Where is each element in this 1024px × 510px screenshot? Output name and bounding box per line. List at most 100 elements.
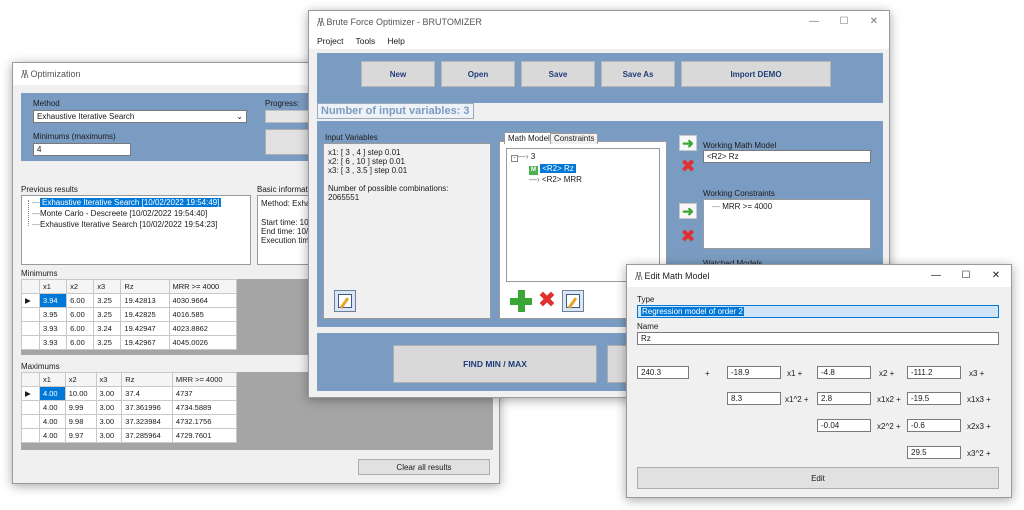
edit-variables-icon[interactable] xyxy=(334,290,356,312)
coef-intercept[interactable]: 240.3 xyxy=(637,366,689,379)
minimums-input[interactable]: 4 xyxy=(33,143,131,156)
maximize-icon[interactable]: ☐ xyxy=(829,11,859,33)
minimize-icon[interactable]: — xyxy=(921,265,951,287)
cell[interactable]: 4023.8862 xyxy=(168,321,238,336)
table-row[interactable]: ▶ 3.94 6.00 3.25 19.42813 4030.9664 xyxy=(21,293,238,308)
cell[interactable]: 4016.585 xyxy=(168,307,238,322)
method-select[interactable]: Exhaustive Iterative Search ⌄ xyxy=(33,110,247,123)
cell[interactable]: 3.00 xyxy=(95,386,123,401)
tree-item-mrr[interactable]: —› <R2> MRR xyxy=(529,175,582,184)
close-icon[interactable]: ✕ xyxy=(981,265,1011,287)
cell[interactable]: 6.00 xyxy=(66,293,95,308)
math-models-tree[interactable]: - —› 3 M <R2> Rz —› <R2> MRR xyxy=(506,148,660,282)
coef-x2-squared[interactable]: -0.04 xyxy=(817,419,871,432)
find-min-max-button[interactable]: FIND MIN / MAX xyxy=(393,345,597,383)
set-working-model-arrow-icon[interactable]: ➜ xyxy=(679,135,697,151)
cell[interactable]: 3.24 xyxy=(93,321,122,336)
tab-constraints[interactable]: Constraints xyxy=(550,133,599,144)
table-row[interactable]: 4.00 9.99 3.00 37.361996 4734.5889 xyxy=(21,400,238,415)
menu-tools[interactable]: Tools xyxy=(355,36,375,46)
cell[interactable]: 6.00 xyxy=(66,321,95,336)
open-button[interactable]: Open xyxy=(441,61,515,87)
cell[interactable]: 3.93 xyxy=(38,321,68,336)
coef-x3-squared[interactable]: 29.5 xyxy=(907,446,961,459)
prev-result-item[interactable]: —Monte Carlo - Descreete [10/02/2022 19:… xyxy=(32,209,207,218)
cell[interactable]: 19.42825 xyxy=(120,307,170,322)
table-row[interactable]: 4.00 9.98 3.00 37.323984 4732.1756 xyxy=(21,414,238,429)
save-button[interactable]: Save xyxy=(521,61,595,87)
cell[interactable]: 19.42813 xyxy=(120,293,170,308)
cell[interactable]: 19.42947 xyxy=(120,321,170,336)
working-constraints-list[interactable]: — MRR >= 4000 xyxy=(703,199,871,249)
cell[interactable]: 3.25 xyxy=(93,307,122,322)
collapse-icon[interactable]: - xyxy=(511,155,518,162)
cell[interactable]: 9.98 xyxy=(64,414,97,429)
coef-x1[interactable]: -18.9 xyxy=(727,366,781,379)
cell[interactable]: 3.00 xyxy=(95,414,123,429)
cell[interactable]: 3.00 xyxy=(95,400,123,415)
cell[interactable]: 3.25 xyxy=(93,335,122,350)
cell[interactable]: 4729.7601 xyxy=(171,428,238,443)
cell[interactable]: 6.00 xyxy=(66,307,95,322)
name-field[interactable]: Rz xyxy=(637,332,999,345)
clear-all-results-button[interactable]: Clear all results xyxy=(358,459,490,475)
coef-x3[interactable]: -111.2 xyxy=(907,366,961,379)
menu-help[interactable]: Help xyxy=(387,36,404,46)
new-button[interactable]: New xyxy=(361,61,435,87)
add-constraint-arrow-icon[interactable]: ➜ xyxy=(679,203,697,219)
table-row[interactable]: 4.00 9.97 3.00 37.285964 4729.7601 xyxy=(21,428,238,443)
tree-item-rz[interactable]: M <R2> Rz xyxy=(529,164,576,175)
edit-button[interactable]: Edit xyxy=(637,467,999,489)
menu-project[interactable]: Project xyxy=(317,36,343,46)
edit-model-icon[interactable] xyxy=(562,290,584,312)
cell[interactable]: 4734.5889 xyxy=(171,400,238,415)
delete-model-icon[interactable]: ✖ xyxy=(536,290,558,312)
table-row[interactable]: 3.95 6.00 3.25 19.42825 4016.585 xyxy=(21,307,238,322)
cell[interactable]: 4.00 xyxy=(39,386,66,401)
coef-x2[interactable]: -4.8 xyxy=(817,366,871,379)
coef-x1x3[interactable]: -19.5 xyxy=(907,392,961,405)
previous-results-list[interactable]: — Exhaustive Iterative Search [10/02/2022… xyxy=(21,195,251,265)
import-demo-button[interactable]: Import DEMO xyxy=(681,61,831,87)
cell[interactable]: 10.00 xyxy=(64,386,97,401)
prev-result-item[interactable]: —Exhaustive Iterative Search [10/02/2022… xyxy=(32,220,217,229)
add-model-icon[interactable] xyxy=(510,290,532,312)
cell[interactable]: 37.323984 xyxy=(121,414,173,429)
cell[interactable]: 4.00 xyxy=(39,400,66,415)
cell[interactable]: 37.4 xyxy=(121,386,173,401)
maximums-table[interactable]: x1 x2 x3 Rz MRR >= 4000 ▶ 4.00 10.00 3.0… xyxy=(21,372,238,443)
prev-result-item[interactable]: —Exhaustive Iterative Search [10/02/2022… xyxy=(32,198,222,207)
cell[interactable]: 3.94 xyxy=(38,293,68,308)
cell[interactable]: 4045.0026 xyxy=(168,335,238,350)
type-field[interactable]: Regression model of order 2 xyxy=(637,305,999,318)
cell[interactable]: 3.95 xyxy=(38,307,68,322)
cell[interactable]: 9.97 xyxy=(64,428,97,443)
cell[interactable]: 4030.9664 xyxy=(168,293,238,308)
coef-x1-squared[interactable]: 8.3 xyxy=(727,392,781,405)
remove-constraint-icon[interactable]: ✖ xyxy=(679,226,697,247)
cell[interactable]: 37.285964 xyxy=(121,428,173,443)
constraint-item[interactable]: — MRR >= 4000 xyxy=(712,202,772,211)
cell[interactable]: 9.99 xyxy=(64,400,97,415)
cell[interactable]: 4.00 xyxy=(39,428,66,443)
table-row[interactable]: 3.93 6.00 3.25 19.42967 4045.0026 xyxy=(21,335,238,350)
cell[interactable]: 3.93 xyxy=(38,335,68,350)
save-as-button[interactable]: Save As xyxy=(601,61,675,87)
cell[interactable]: 37.361996 xyxy=(121,400,173,415)
close-icon[interactable]: ✕ xyxy=(859,11,889,33)
maximize-icon[interactable]: ☐ xyxy=(951,265,981,287)
cell[interactable]: 3.25 xyxy=(93,293,122,308)
coef-x2x3[interactable]: -0.6 xyxy=(907,419,961,432)
table-row[interactable]: ▶ 4.00 10.00 3.00 37.4 4737 xyxy=(21,386,238,401)
cell[interactable]: 4737 xyxy=(171,386,238,401)
cell[interactable]: 6.00 xyxy=(66,335,95,350)
table-row[interactable]: 3.93 6.00 3.24 19.42947 4023.8862 xyxy=(21,321,238,336)
cell[interactable]: 4732.1756 xyxy=(171,414,238,429)
minimize-icon[interactable]: — xyxy=(799,11,829,33)
cell[interactable]: 4.00 xyxy=(39,414,66,429)
minimums-table[interactable]: x1 x2 x3 Rz MRR >= 4000 ▶ 3.94 6.00 3.25… xyxy=(21,279,238,350)
coef-x1x2[interactable]: 2.8 xyxy=(817,392,871,405)
cell[interactable]: 3.00 xyxy=(95,428,123,443)
clear-working-model-icon[interactable]: ✖ xyxy=(679,156,697,177)
tree-root[interactable]: - —› 3 xyxy=(511,152,535,162)
